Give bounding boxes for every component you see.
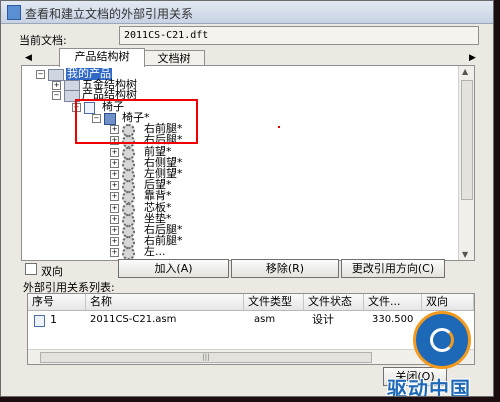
watermark-logo-mark — [430, 328, 454, 352]
scroll-down-icon[interactable]: ▼ — [462, 250, 468, 259]
expand-icon[interactable]: + — [110, 204, 119, 213]
tab-product-tree[interactable]: 产品结构树 — [59, 48, 145, 67]
expand-icon[interactable]: + — [110, 248, 119, 257]
expand-icon[interactable]: + — [110, 170, 119, 179]
column-header-size[interactable]: 文件... — [364, 294, 422, 310]
add-button[interactable]: 加入(A) — [118, 259, 229, 278]
column-header-bidirectional[interactable]: 双向 — [422, 294, 474, 310]
expand-icon[interactable]: + — [110, 226, 119, 235]
column-header-index[interactable]: 序号 — [28, 294, 86, 310]
remove-button[interactable]: 移除(R) — [231, 259, 339, 278]
current-doc-label: 当前文档: — [19, 34, 67, 47]
expand-icon[interactable]: + — [110, 181, 119, 190]
tree-node-label: 左... — [144, 245, 166, 258]
external-reference-dialog: 查看和建立文档的外部引用关系 当前文档: 2011CS-C21.dft ◀ 产品… — [0, 0, 494, 397]
app-icon — [7, 5, 21, 20]
watermark-logo-icon — [413, 311, 471, 369]
cell-size: 330.500 — [372, 314, 414, 325]
expand-icon[interactable]: + — [110, 215, 119, 224]
tree-vertical-scrollbar[interactable]: ▲ ▼ — [458, 66, 474, 260]
cell-index: 1 — [50, 313, 57, 326]
expand-icon[interactable]: + — [110, 148, 119, 157]
watermark-text: 驱动中国 — [387, 377, 471, 397]
bidirectional-label: 双向 — [41, 265, 63, 278]
expand-icon[interactable]: + — [110, 192, 119, 201]
current-doc-field: 2011CS-C21.dft — [119, 26, 479, 45]
cell-status: 设计 — [312, 313, 334, 326]
cell-name: 2011CS-C21.asm — [90, 314, 177, 325]
tab-document-tree[interactable]: 文档树 — [143, 50, 205, 66]
window-title: 查看和建立文档的外部引用关系 — [25, 7, 194, 21]
expand-icon[interactable]: + — [110, 237, 119, 246]
tab-scroll-right-icon[interactable]: ▶ — [469, 53, 476, 63]
document-icon — [34, 315, 45, 327]
reference-table: 序号 名称 文件类型 文件状态 文件... 双向 1 2011CS-C21.as… — [27, 293, 475, 365]
column-header-type[interactable]: 文件类型 — [244, 294, 304, 310]
bidirectional-checkbox[interactable] — [25, 263, 37, 275]
table-horizontal-scrollbar[interactable]: ||| — [28, 349, 474, 364]
column-header-name[interactable]: 名称 — [86, 294, 244, 310]
tree-panel: − 我的产品 + 五金结构树 − 产品结构树 − 椅子 − 椅子* + 右前腿*… — [21, 65, 475, 261]
change-direction-button[interactable]: 更改引用方向(C) — [341, 259, 445, 278]
collapse-icon[interactable]: − — [36, 70, 45, 79]
title-bar: 查看和建立文档的外部引用关系 — [1, 1, 493, 24]
scrollbar-thumb[interactable]: ||| — [40, 352, 372, 363]
annotation-dot — [278, 126, 280, 128]
scroll-up-icon[interactable]: ▲ — [462, 67, 468, 76]
highlight-box — [75, 99, 198, 144]
product-tree: − 我的产品 + 五金结构树 − 产品结构树 − 椅子 − 椅子* + 右前腿*… — [22, 66, 458, 260]
expand-icon[interactable]: + — [110, 159, 119, 168]
expand-icon[interactable]: + — [52, 81, 61, 90]
scrollbar-thumb[interactable] — [461, 80, 473, 200]
tab-scroll-left-icon[interactable]: ◀ — [25, 53, 32, 63]
column-header-status[interactable]: 文件状态 — [304, 294, 364, 310]
cell-type: asm — [254, 314, 276, 325]
product-icon — [48, 69, 64, 81]
collapse-icon[interactable]: − — [52, 91, 61, 100]
table-header: 序号 名称 文件类型 文件状态 文件... 双向 — [28, 294, 474, 311]
